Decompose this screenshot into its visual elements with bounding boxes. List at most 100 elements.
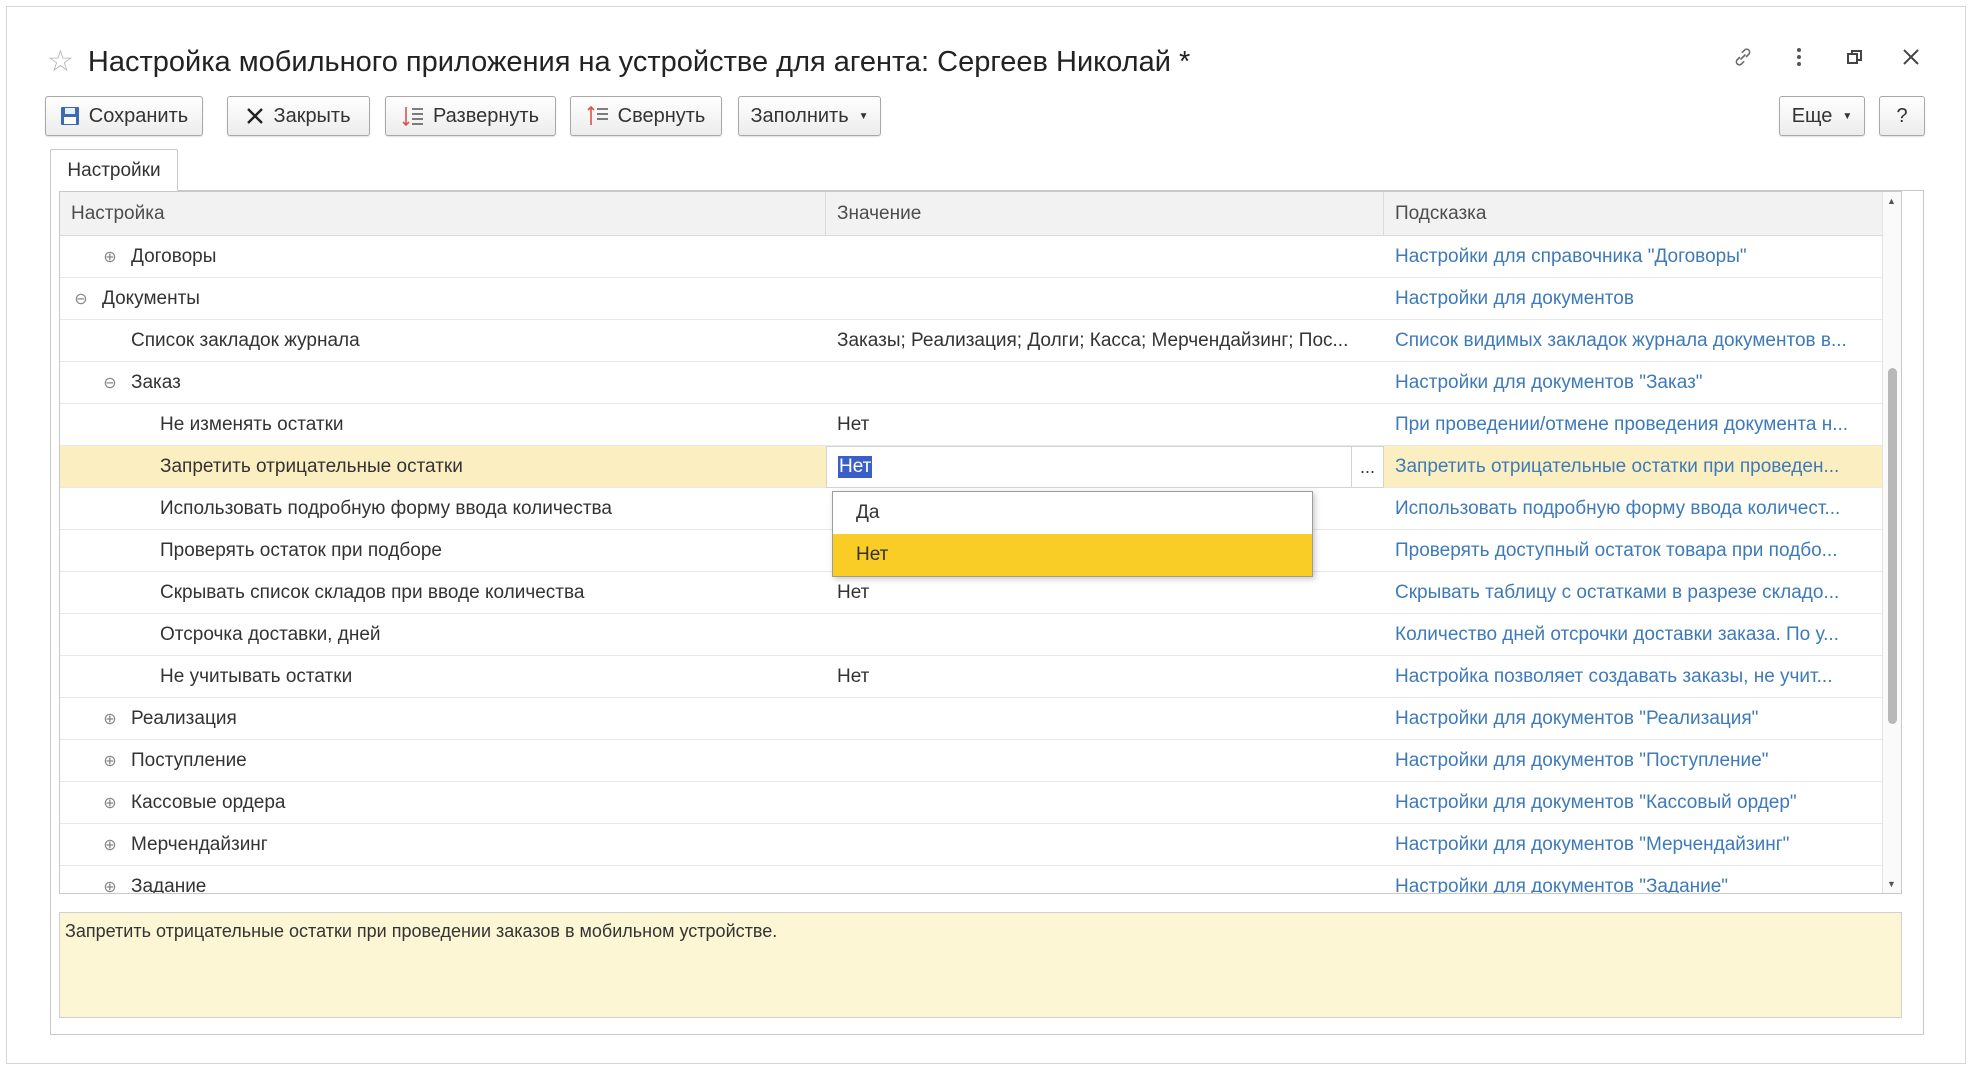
- row-hint: Настройки для документов "Мерчендайзинг": [1395, 834, 1790, 855]
- table-row[interactable]: ⊕ Мерчендайзинг Настройки для документов …: [60, 824, 1884, 866]
- expand-icon[interactable]: ⊕: [101, 878, 119, 893]
- row-hint: Настройки для документов "Кассовый ордер…: [1395, 792, 1797, 813]
- expand-icon[interactable]: ⊕: [101, 752, 119, 770]
- save-button[interactable]: Сохранить: [45, 96, 203, 136]
- vertical-scrollbar[interactable]: ▲ ▼: [1882, 192, 1901, 893]
- tab-settings[interactable]: Настройки: [50, 149, 178, 191]
- row-name: Документы: [102, 288, 200, 309]
- table-row[interactable]: Не изменять остатки Нет При проведении/о…: [60, 404, 1884, 446]
- more-icon[interactable]: [1785, 43, 1813, 71]
- row-name: Запретить отрицательные остатки: [160, 456, 463, 477]
- help-label: ?: [1896, 104, 1908, 127]
- row-hint: Проверять доступный остаток товара при п…: [1395, 540, 1838, 561]
- row-hint: Запретить отрицательные остатки при пров…: [1395, 456, 1840, 477]
- table-row[interactable]: Список закладок журнала Заказы; Реализац…: [60, 320, 1884, 362]
- fill-label: Заполнить: [750, 104, 849, 127]
- row-value: Заказы; Реализация; Долги; Касса; Мерчен…: [837, 330, 1349, 351]
- star-icon[interactable]: ☆: [47, 47, 74, 77]
- more-label: Еще: [1791, 104, 1833, 127]
- title-bar: ☆ Настройка мобильного приложения на уст…: [47, 37, 1190, 87]
- expand-icon[interactable]: ⊕: [101, 794, 119, 812]
- option-yes[interactable]: Да: [833, 492, 1312, 534]
- fill-button[interactable]: Заполнить ▼: [738, 96, 881, 136]
- scrollbar-thumb[interactable]: [1888, 368, 1897, 724]
- link-icon[interactable]: [1729, 43, 1757, 71]
- table-row[interactable]: ⊖ Документы Настройки для документов: [60, 278, 1884, 320]
- table-row[interactable]: ⊕ Договоры Настройки для справочника "Дог…: [60, 236, 1884, 278]
- hint-text: Запретить отрицательные остатки при пров…: [65, 921, 778, 941]
- row-name: Кассовые ордера: [131, 792, 286, 813]
- row-hint: При проведении/отмене проведения докумен…: [1395, 414, 1849, 435]
- table-row[interactable]: ⊖ Заказ Настройки для документов "Заказ": [60, 362, 1884, 404]
- row-name: Отсрочка доставки, дней: [160, 624, 381, 645]
- close-icon[interactable]: [1897, 43, 1925, 71]
- table-row-selected[interactable]: Запретить отрицательные остатки Запретит…: [60, 446, 1884, 488]
- expand-label: Развернуть: [432, 104, 539, 127]
- floppy-disk-icon: [60, 106, 80, 126]
- value-editor[interactable]: Нет ...: [826, 446, 1384, 488]
- close-button[interactable]: Закрыть: [227, 96, 370, 136]
- row-name: Договоры: [131, 246, 217, 267]
- table-row[interactable]: Скрывать список складов при вводе количе…: [60, 572, 1884, 614]
- table-row[interactable]: ⊕ Реализация Настройки для документов "Ре…: [60, 698, 1884, 740]
- row-hint: Скрывать таблицу с остатками в разрезе с…: [1395, 582, 1840, 603]
- more-button[interactable]: Еще ▼: [1779, 96, 1865, 136]
- command-bar: Сохранить Закрыть Развернуть Свернуть За…: [45, 96, 1925, 136]
- restore-icon[interactable]: [1841, 43, 1869, 71]
- column-header-setting[interactable]: Настройка: [60, 192, 826, 236]
- choice-button[interactable]: ...: [1351, 447, 1383, 487]
- table-row[interactable]: Отсрочка доставки, дней Количество дней …: [60, 614, 1884, 656]
- collapse-icon[interactable]: ⊖: [72, 290, 90, 308]
- table-header: Настройка Значение Подсказка: [60, 192, 1884, 236]
- collapse-button[interactable]: Свернуть: [570, 96, 722, 136]
- row-name: Использовать подробную форму ввода колич…: [160, 498, 612, 519]
- expand-button[interactable]: Развернуть: [385, 96, 556, 136]
- expand-icon[interactable]: ⊕: [101, 836, 119, 854]
- collapse-label: Свернуть: [617, 104, 706, 127]
- row-value: Нет: [837, 666, 870, 687]
- hint-panel: Запретить отрицательные остатки при пров…: [59, 912, 1902, 1018]
- scroll-up-icon[interactable]: ▲: [1887, 196, 1896, 206]
- collapse-tree-icon: [587, 105, 609, 127]
- value-editor-text[interactable]: Нет: [838, 456, 873, 478]
- row-name: Заказ: [131, 372, 181, 393]
- help-button[interactable]: ?: [1879, 96, 1925, 136]
- table-row[interactable]: ⊕ Кассовые ордера Настройки для документо…: [60, 782, 1884, 824]
- save-label: Сохранить: [88, 104, 189, 127]
- expand-tree-icon: [402, 105, 424, 127]
- table-row[interactable]: ⊕ Задание Настройки для документов "Задан…: [60, 866, 1884, 894]
- row-hint: Настройка позволяет создавать заказы, не…: [1395, 666, 1833, 687]
- table-row[interactable]: ⊕ Поступление Настройки для документов "П…: [60, 740, 1884, 782]
- row-hint: Настройки для документов "Задание": [1395, 876, 1729, 894]
- column-header-value[interactable]: Значение: [826, 192, 1384, 236]
- expand-icon[interactable]: ⊕: [101, 710, 119, 728]
- row-value: Нет: [837, 582, 870, 603]
- row-hint: Настройки для документов "Поступление": [1395, 750, 1769, 771]
- row-name: Реализация: [131, 708, 237, 729]
- chevron-down-icon: ▼: [1842, 110, 1853, 122]
- row-name: Мерчендайзинг: [131, 834, 268, 855]
- row-name: Скрывать список складов при вводе количе…: [160, 582, 585, 603]
- row-hint: Настройки для документов "Заказ": [1395, 372, 1703, 393]
- value-choice-list: Да Нет: [832, 491, 1313, 577]
- row-hint: Список видимых закладок журнала документ…: [1395, 330, 1847, 351]
- window-controls: [1729, 43, 1925, 71]
- window-title: Настройка мобильного приложения на устро…: [87, 45, 1191, 78]
- option-no[interactable]: Нет: [833, 534, 1312, 576]
- row-hint: Настройки для документов "Реализация": [1395, 708, 1759, 729]
- collapse-icon[interactable]: ⊖: [101, 374, 119, 392]
- close-x-icon: [246, 107, 264, 125]
- row-name: Задание: [131, 876, 207, 894]
- expand-icon[interactable]: ⊕: [101, 248, 119, 266]
- row-name: Проверять остаток при подборе: [160, 540, 442, 561]
- row-value: Нет: [837, 414, 870, 435]
- column-header-hint[interactable]: Подсказка: [1384, 192, 1884, 236]
- table-row[interactable]: Не учитывать остатки Нет Настройка позво…: [60, 656, 1884, 698]
- tab-settings-label: Настройки: [67, 159, 161, 181]
- close-label: Закрыть: [273, 104, 351, 127]
- row-hint: Настройки для документов: [1395, 288, 1634, 309]
- scroll-down-icon[interactable]: ▼: [1887, 879, 1896, 889]
- row-name: Список закладок журнала: [131, 330, 360, 351]
- row-hint: Количество дней отсрочки доставки заказа…: [1395, 624, 1839, 645]
- row-hint: Настройки для справочника "Договоры": [1395, 246, 1747, 267]
